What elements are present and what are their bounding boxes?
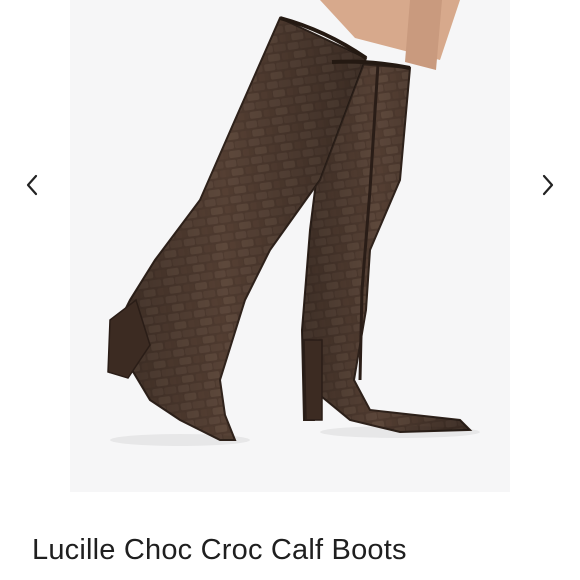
previous-image-button[interactable] [17, 170, 47, 200]
boots-photo [107, 0, 480, 446]
product-title: Lucille Choc Croc Calf Boots [32, 534, 407, 566]
chevron-right-icon [542, 174, 554, 196]
image-carousel [0, 0, 580, 500]
product-photo[interactable] [70, 0, 510, 492]
chevron-left-icon [26, 174, 38, 196]
next-image-button[interactable] [533, 170, 563, 200]
